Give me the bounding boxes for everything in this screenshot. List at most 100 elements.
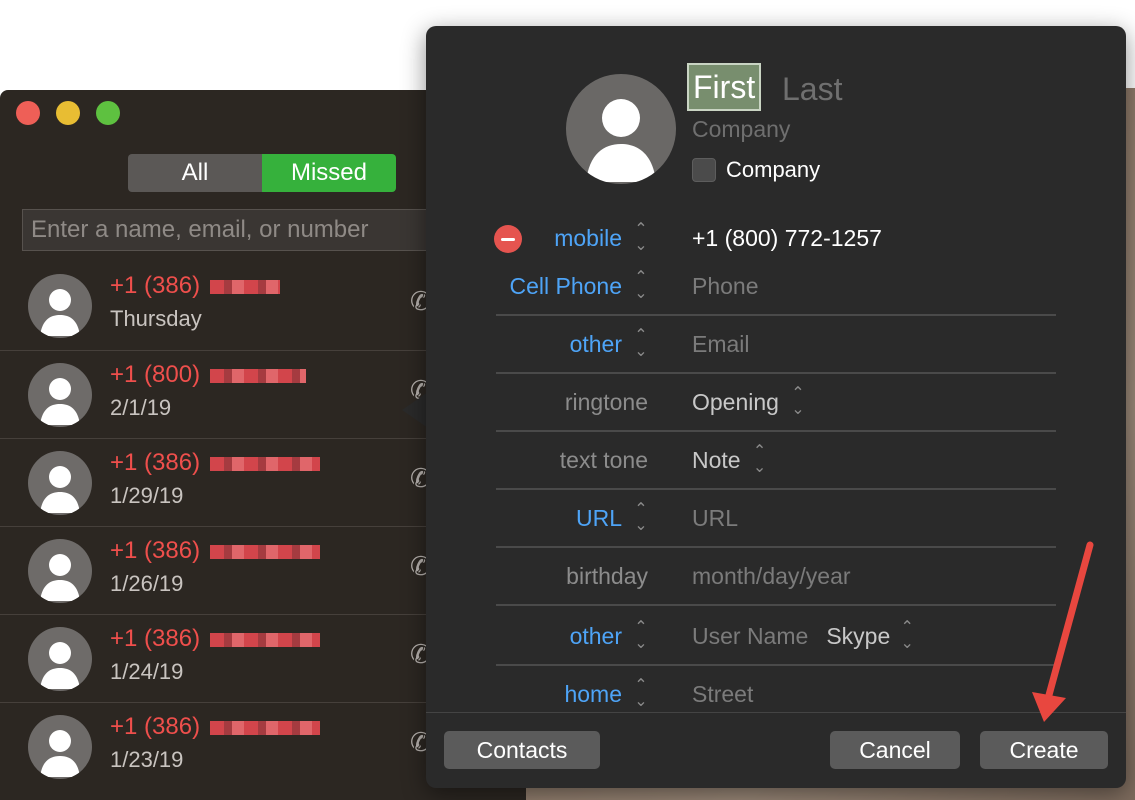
field-label-popup[interactable]: URL ⌃ ⌄ bbox=[576, 490, 648, 546]
text-tone-popup[interactable]: Note ⌃ ⌄ bbox=[692, 432, 767, 488]
address-row: home ⌃ ⌄ Street bbox=[496, 666, 1056, 724]
field-label: other bbox=[569, 330, 622, 357]
first-name-field[interactable]: First bbox=[687, 63, 762, 111]
field-label: other bbox=[569, 622, 622, 649]
person-silhouette-icon bbox=[40, 642, 80, 689]
field-label-popup[interactable]: other ⌃ ⌄ bbox=[570, 316, 648, 372]
im-username-input[interactable]: User Name Skype ⌃ ⌄ bbox=[692, 608, 914, 664]
company-checkbox-label: Company bbox=[726, 157, 821, 182]
new-contact-popover: First Last Company Company mobile ⌃ ⌄ +1 … bbox=[426, 26, 1126, 788]
last-name-field[interactable]: Last bbox=[782, 67, 842, 111]
cancel-button[interactable]: Cancel bbox=[830, 731, 960, 769]
field-label: home bbox=[564, 680, 622, 707]
updown-chevron-icon: ⌃ ⌄ bbox=[752, 443, 767, 476]
avatar bbox=[28, 363, 92, 427]
updown-chevron-icon: ⌃ ⌄ bbox=[791, 385, 805, 418]
ringtone-value: Opening bbox=[692, 388, 779, 415]
instant-message-row: other ⌃ ⌄ User Name Skype ⌃ ⌄ bbox=[496, 608, 1056, 666]
call-date: 1/26/19 bbox=[110, 571, 184, 596]
phone-cell-row: Cell Phone ⌃ ⌄ Phone bbox=[496, 258, 1056, 316]
im-service-popup[interactable]: Skype ⌃ ⌄ bbox=[826, 620, 914, 652]
field-label-text: text tone bbox=[559, 446, 648, 473]
redacted-digits bbox=[210, 544, 321, 559]
placeholder-text: Phone bbox=[692, 272, 759, 299]
person-silhouette-icon bbox=[40, 554, 80, 601]
updown-chevron-icon: ⌃ ⌄ bbox=[634, 677, 648, 710]
redacted-digits bbox=[210, 632, 321, 647]
call-date: Thursday bbox=[110, 306, 202, 331]
segment-all[interactable]: All bbox=[128, 154, 262, 192]
placeholder-text: Street bbox=[692, 680, 754, 707]
birthday-row: birthday month/day/year bbox=[496, 548, 1056, 606]
minus-icon bbox=[501, 237, 515, 241]
updown-chevron-icon: ⌃ ⌄ bbox=[634, 501, 648, 534]
field-label-text: birthday bbox=[566, 562, 648, 589]
avatar bbox=[28, 274, 92, 338]
phone-number-text: +1 (800) 772-1257 bbox=[692, 224, 882, 251]
avatar bbox=[28, 451, 92, 515]
segment-missed[interactable]: Missed bbox=[262, 154, 396, 192]
placeholder-text: URL bbox=[692, 504, 739, 531]
field-label-popup[interactable]: other ⌃ ⌄ bbox=[570, 608, 648, 664]
popover-pointer bbox=[402, 392, 428, 428]
updown-chevron-icon: ⌃ ⌄ bbox=[634, 619, 648, 652]
person-silhouette-icon bbox=[40, 378, 80, 425]
remove-field-button[interactable] bbox=[494, 225, 522, 253]
call-date: 1/23/19 bbox=[110, 747, 184, 772]
redacted-digits bbox=[210, 368, 307, 383]
person-silhouette-icon bbox=[40, 730, 80, 777]
call-filter-segmented-control: All Missed bbox=[128, 154, 396, 192]
updown-chevron-icon: ⌃ ⌄ bbox=[900, 619, 914, 652]
zoom-button[interactable] bbox=[96, 101, 120, 125]
contact-photo[interactable] bbox=[566, 74, 676, 184]
contacts-button[interactable]: Contacts bbox=[444, 731, 600, 769]
caller-number: +1 (386) bbox=[110, 272, 281, 300]
text-tone-value: Note bbox=[692, 446, 741, 473]
updown-chevron-icon: ⌃ ⌄ bbox=[634, 221, 648, 254]
person-silhouette-icon bbox=[40, 466, 80, 513]
company-checkbox[interactable] bbox=[692, 158, 716, 182]
birthday-input[interactable]: month/day/year bbox=[692, 548, 851, 604]
field-label: birthday bbox=[566, 548, 648, 604]
field-label-popup[interactable]: Cell Phone ⌃ ⌄ bbox=[509, 258, 648, 314]
street-input[interactable]: Street bbox=[692, 666, 753, 722]
field-label-text: ringtone bbox=[564, 388, 648, 415]
placeholder-text: Email bbox=[692, 330, 750, 357]
divider bbox=[496, 604, 1056, 606]
url-row: URL ⌃ ⌄ URL bbox=[496, 490, 1056, 548]
caller-number: +1 (386) bbox=[110, 537, 321, 565]
updown-chevron-icon: ⌃ ⌄ bbox=[634, 327, 648, 360]
footer-divider bbox=[426, 712, 1126, 713]
avatar bbox=[28, 715, 92, 779]
im-service-value: Skype bbox=[826, 622, 891, 649]
redacted-digits bbox=[210, 456, 321, 471]
text-tone-row: text tone Note ⌃ ⌄ bbox=[496, 432, 1056, 490]
url-input[interactable]: URL bbox=[692, 490, 738, 546]
field-label: URL bbox=[575, 504, 622, 531]
create-button[interactable]: Create bbox=[980, 731, 1108, 769]
person-silhouette-icon bbox=[586, 99, 656, 182]
ringtone-popup[interactable]: Opening ⌃ ⌄ bbox=[692, 374, 805, 430]
minimize-button[interactable] bbox=[56, 101, 80, 125]
field-label: text tone bbox=[560, 432, 648, 488]
company-field[interactable]: Company bbox=[692, 116, 790, 143]
caller-number: +1 (800) bbox=[110, 361, 307, 389]
email-input[interactable]: Email bbox=[692, 316, 750, 372]
caller-number: +1 (386) bbox=[110, 625, 321, 653]
call-date: 1/24/19 bbox=[110, 659, 184, 684]
ringtone-row: ringtone Opening ⌃ ⌄ bbox=[496, 374, 1056, 432]
field-label: mobile bbox=[554, 224, 622, 251]
avatar bbox=[28, 539, 92, 603]
field-label: ringtone bbox=[565, 374, 648, 430]
call-date: 2/1/19 bbox=[110, 395, 172, 420]
close-button[interactable] bbox=[16, 101, 40, 125]
caller-number: +1 (386) bbox=[110, 449, 321, 477]
placeholder-text: month/day/year bbox=[692, 562, 851, 589]
search-input[interactable]: Enter a name, email, or number bbox=[22, 209, 442, 251]
email-row: other ⌃ ⌄ Email bbox=[496, 316, 1056, 374]
caller-number: +1 (386) bbox=[110, 713, 321, 741]
placeholder-text: User Name bbox=[692, 622, 809, 649]
updown-chevron-icon: ⌃ ⌄ bbox=[634, 269, 648, 302]
phone-input[interactable]: Phone bbox=[692, 258, 759, 314]
field-label-popup[interactable]: home ⌃ ⌄ bbox=[564, 666, 648, 722]
